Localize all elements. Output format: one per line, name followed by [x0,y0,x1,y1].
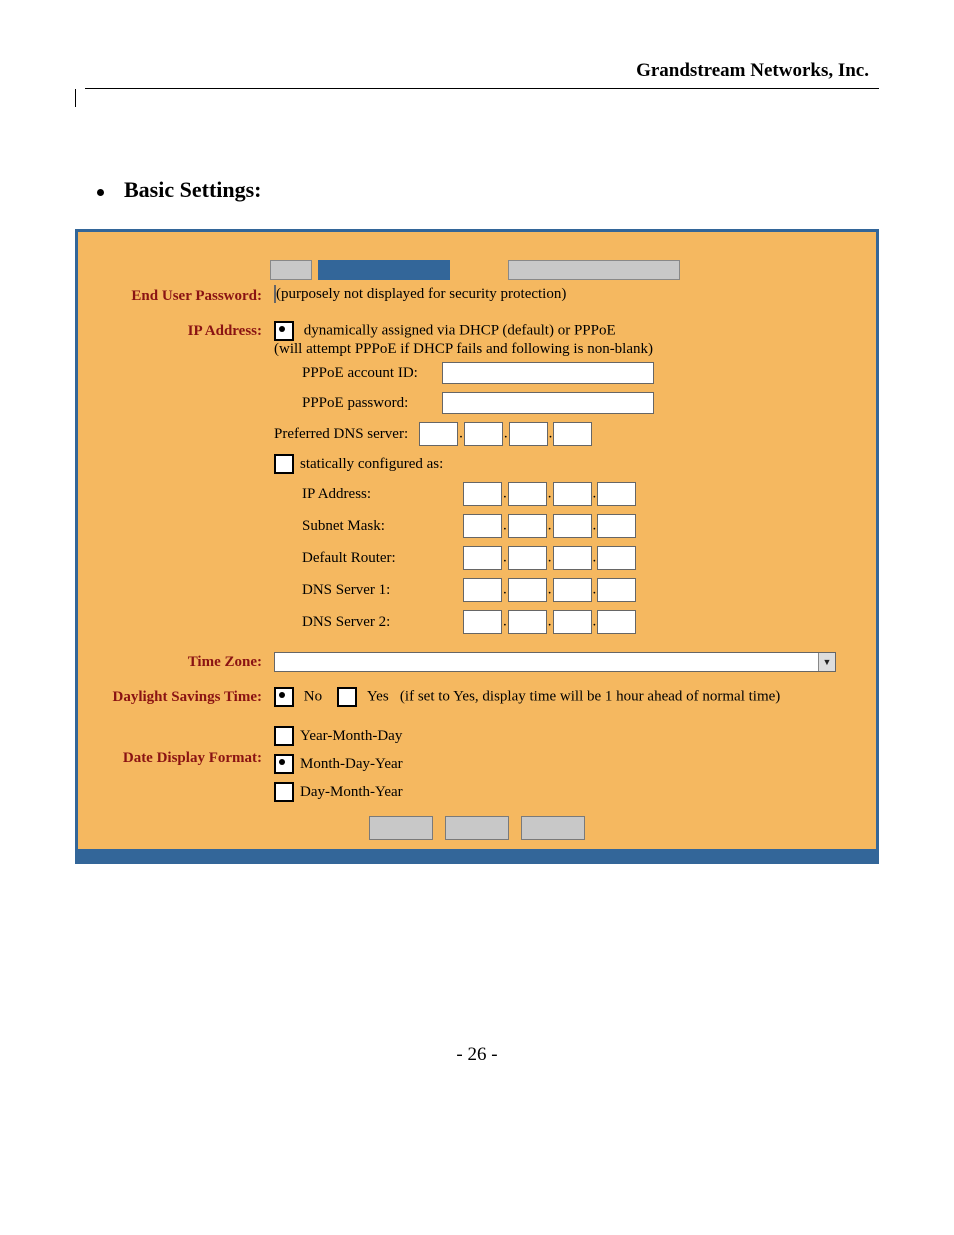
prefdns-oct1[interactable] [419,422,458,446]
dns1-oct2[interactable] [508,578,547,602]
dmy-text: Day-Month-Year [300,784,403,801]
dns2-oct1[interactable] [463,610,502,634]
router-oct4[interactable] [597,546,636,570]
ip-oct2[interactable] [508,482,547,506]
label-pref-dns: Preferred DNS server: [274,426,408,443]
row-password: End User Password: (purposely not displa… [78,280,876,315]
bottom-blue-strip [78,849,876,861]
pppoe-pw-input[interactable] [442,392,654,414]
router-oct3[interactable] [553,546,592,570]
dst-yes-text: Yes [367,689,389,705]
label-dst: Daylight Savings Time: [78,681,268,714]
row-date-format: Date Display Format: Year-Month-Day Mont… [78,716,876,812]
bullet-icon [97,189,104,196]
label-dns1: DNS Server 1: [274,582,452,599]
company-name: Grandstream Networks, Inc. [75,60,879,82]
subnet-oct4[interactable] [597,514,636,538]
label-dns2: DNS Server 2: [274,614,452,631]
label-date-format: Date Display Format: [78,716,268,775]
ip-oct4[interactable] [597,482,636,506]
radio-dst-no[interactable] [274,687,294,707]
ip-oct1[interactable] [463,482,502,506]
dns2-oct3[interactable] [553,610,592,634]
radio-dmy[interactable] [274,782,294,802]
radio-dst-yes[interactable] [337,687,357,707]
prefdns-oct3[interactable] [509,422,548,446]
router-oct2[interactable] [508,546,547,570]
mdy-text: Month-Day-Year [300,756,403,773]
config-panel: End User Password: (purposely not displa… [75,229,879,864]
static-text: statically configured as: [300,456,443,473]
prefdns-oct2[interactable] [464,422,503,446]
row-timezone: Time Zone: ▼ [78,646,876,681]
row-dst: Daylight Savings Time: No Yes (if set to… [78,681,876,716]
dst-note: (if set to Yes, display time will be 1 h… [400,689,780,705]
subnet-oct1[interactable] [463,514,502,538]
label-password: End User Password: [78,280,268,313]
dns2-oct2[interactable] [508,610,547,634]
dns2-oct4[interactable] [597,610,636,634]
ymd-text: Year-Month-Day [300,728,402,745]
section-heading-text: Basic Settings: [124,177,262,202]
dns1-oct1[interactable] [463,578,502,602]
page-number: - 26 - [75,1044,879,1066]
bottom-button-1[interactable] [369,816,433,840]
password-note: (purposely not displayed for security pr… [276,286,566,302]
radio-dhcp[interactable] [274,321,294,341]
dhcp-text-2: (will attempt PPPoE if DHCP fails and fo… [274,341,868,358]
label-ip: IP Address: [78,315,268,348]
radio-mdy[interactable] [274,754,294,774]
radio-ymd[interactable] [274,726,294,746]
chevron-down-icon: ▼ [818,653,835,671]
bottom-button-3[interactable] [521,816,585,840]
radio-static[interactable] [274,454,294,474]
row-ip: IP Address: dynamically assigned via DHC… [78,315,876,646]
dns1-oct3[interactable] [553,578,592,602]
panel-top-bar [78,232,876,280]
bottom-button-2[interactable] [445,816,509,840]
text-cursor [75,89,78,107]
timezone-select[interactable]: ▼ [274,652,836,672]
dst-no-text: No [304,689,322,705]
subnet-oct2[interactable] [508,514,547,538]
label-pppoe-pw: PPPoE password: [274,395,442,412]
bottom-button-row [78,812,876,849]
dhcp-text-1: dynamically assigned via DHCP (default) … [304,323,616,339]
top-button-1[interactable] [270,260,312,280]
dns1-oct4[interactable] [597,578,636,602]
router-oct1[interactable] [463,546,502,570]
label-pppoe-id: PPPoE account ID: [274,365,442,382]
prefdns-oct4[interactable] [553,422,592,446]
label-timezone: Time Zone: [78,646,268,679]
pppoe-id-input[interactable] [442,362,654,384]
header-rule [85,88,879,89]
ip-oct3[interactable] [553,482,592,506]
top-button-2[interactable] [508,260,680,280]
label-router: Default Router: [274,550,452,567]
label-static-ip: IP Address: [274,486,452,503]
section-heading: Basic Settings: [97,177,879,203]
top-button-active[interactable] [318,260,450,280]
label-subnet: Subnet Mask: [274,518,452,535]
subnet-oct3[interactable] [553,514,592,538]
